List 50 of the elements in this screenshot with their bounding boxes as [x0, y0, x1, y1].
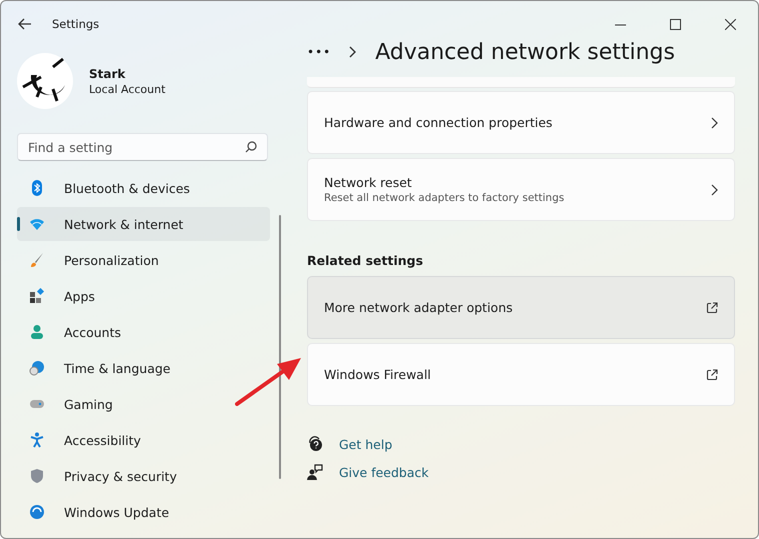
feedback-icon	[307, 464, 323, 480]
back-arrow-icon[interactable]	[18, 18, 32, 30]
apps-icon	[29, 288, 45, 304]
sidebar-item[interactable]: Gaming	[17, 387, 270, 421]
account-name: Stark	[89, 66, 126, 80]
external-link-icon	[706, 302, 718, 314]
help-icon	[307, 436, 323, 452]
settings-card[interactable]: Network reset Reset all network adapters to factory settings	[307, 158, 735, 221]
person-icon	[29, 324, 45, 340]
section-heading: Related settings	[307, 253, 424, 268]
settings-card[interactable]: Windows Firewall	[307, 343, 735, 406]
chevron-icon	[711, 184, 718, 196]
breadcrumb-more[interactable]: •••	[307, 45, 332, 59]
settings-card[interactable]: Hardware and connection properties	[307, 91, 735, 154]
chevron-icon	[711, 116, 718, 128]
paintbrush-icon	[29, 252, 45, 268]
card-title: Windows Firewall	[324, 367, 432, 382]
accessibility-icon	[29, 432, 45, 448]
search-field[interactable]: Find a setting	[17, 133, 268, 161]
sidebar-item[interactable]: Personalization	[17, 243, 270, 277]
card-title: Hardware and connection properties	[324, 115, 554, 130]
sidebar-item[interactable]: Apps	[17, 279, 270, 313]
maximize-icon[interactable]	[670, 18, 681, 30]
sidebar-item[interactable]: Bluetooth & devices	[17, 171, 270, 205]
card-description: Reset all network adapters to factory settings	[324, 192, 566, 204]
sidebar-item[interactable]: Windows Update	[17, 495, 270, 529]
sidebar-item[interactable]: Network & internet	[17, 207, 270, 241]
update-icon	[29, 504, 45, 520]
sidebar-item[interactable]: Accounts	[17, 315, 270, 349]
scrollbar[interactable]	[279, 215, 281, 479]
avatar-icon	[17, 53, 73, 109]
window-title: Settings	[52, 17, 100, 31]
sidebar-item[interactable]: Privacy & security	[17, 459, 270, 493]
external-link-icon	[706, 368, 718, 380]
shield-icon	[29, 468, 45, 484]
chevron-icon	[349, 46, 358, 58]
bluetooth-icon	[29, 180, 45, 196]
link[interactable]: Get help	[339, 436, 392, 452]
card-title: More network adapter options	[324, 300, 514, 315]
wifi-icon	[29, 216, 45, 232]
link[interactable]: Give feedback	[339, 464, 429, 480]
account-type: Local Account	[89, 82, 166, 96]
search-icon[interactable]	[245, 141, 257, 153]
close-icon[interactable]	[725, 18, 736, 30]
settings-card[interactable]: More network adapter options	[307, 276, 735, 339]
sidebar-item[interactable]: Time & language	[17, 351, 270, 385]
card-title: Network reset	[324, 175, 413, 190]
sidebar-item[interactable]: Accessibility	[17, 423, 270, 457]
annotation-arrow	[235, 356, 303, 406]
page-title: Advanced network settings	[375, 40, 675, 64]
